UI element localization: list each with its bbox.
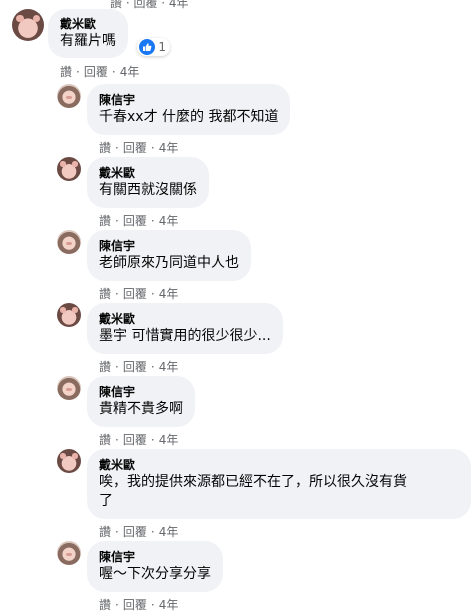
avatar[interactable] — [57, 230, 81, 254]
reply-comment: 陳信宇 千春xx才 什麼的 我都不知道 讚 · 回覆 · 4年 — [57, 84, 291, 156]
comment-text: 唉，我的提供來源都已經不在了，所以很久沒有貨 了 — [99, 474, 407, 509]
comment-bubble: 陳信宇 喔～下次分享分享 — [87, 541, 223, 592]
reply-comment: 陳信宇 貴精不貴多啊 讚 · 回覆 · 4年 — [57, 376, 195, 448]
comment-text: 有羅片嗎 — [60, 33, 116, 49]
comment-text: 有關西就沒關係 — [99, 182, 197, 198]
avatar[interactable] — [57, 84, 81, 108]
reply-comment: 戴米歐 唉，我的提供來源都已經不在了，所以很久沒有貨 了 讚 · 回覆 · 4年 — [57, 449, 471, 540]
comment: 戴米歐 有羅片嗎 1 讚 · 回覆 · 4年 — [12, 9, 170, 80]
timestamp-link[interactable]: 4年 — [159, 358, 179, 375]
timestamp-link[interactable]: 4年 — [159, 596, 179, 613]
comment-bubble: 戴米歐 唉，我的提供來源都已經不在了，所以很久沒有貨 了 — [87, 449, 471, 519]
reply-link[interactable]: 回覆 — [123, 139, 147, 156]
comment-text: 貴精不貴多啊 — [99, 401, 183, 417]
avatar[interactable] — [12, 9, 44, 41]
comment-actions: 讚 · 回覆 · 4年 — [99, 139, 179, 156]
comment-text: 老師原來乃同道中人也 — [99, 255, 239, 271]
reply-link[interactable]: 回覆 — [84, 63, 108, 80]
reply-link[interactable]: 回覆 — [123, 285, 147, 302]
like-link[interactable]: 讚 — [60, 63, 72, 80]
reply-link[interactable]: 回覆 — [123, 431, 147, 448]
comment-author[interactable]: 戴米歐 — [99, 311, 271, 327]
like-link[interactable]: 讚 — [99, 139, 111, 156]
comment-author[interactable]: 戴米歐 — [99, 457, 459, 473]
comment-bubble: 戴米歐 墨宇 可惜實用的很少很少... — [87, 303, 283, 354]
comment-actions: 讚 · 回覆 · 4年 — [99, 523, 179, 540]
reply-comment: 陳信宇 喔～下次分享分享 讚 · 回覆 · 4年 — [57, 541, 223, 613]
comment-bubble: 戴米歐 有羅片嗎 1 — [48, 9, 170, 58]
comment-author[interactable]: 戴米歐 — [99, 165, 197, 181]
comment-author[interactable]: 陳信宇 — [99, 238, 239, 254]
reaction-count[interactable]: 1 — [137, 38, 170, 56]
comment-bubble: 陳信宇 老師原來乃同道中人也 — [87, 230, 251, 281]
like-link[interactable]: 讚 — [99, 285, 111, 302]
comment-text: 墨宇 可惜實用的很少很少... — [99, 328, 271, 344]
reply-link[interactable]: 回覆 — [123, 212, 147, 229]
avatar[interactable] — [57, 449, 81, 473]
timestamp-link[interactable]: 4年 — [159, 139, 179, 156]
avatar[interactable] — [57, 376, 81, 400]
timestamp-link[interactable]: 4年 — [159, 431, 179, 448]
avatar[interactable] — [57, 541, 81, 565]
timestamp-link[interactable]: 4年 — [120, 63, 140, 80]
reply-link[interactable]: 回覆 — [123, 596, 147, 613]
like-icon — [139, 39, 156, 55]
comment-actions: 讚 · 回覆 · 4年 — [99, 212, 179, 229]
comment-actions: 讚 · 回覆 · 4年 — [99, 358, 179, 375]
reply-link[interactable]: 回覆 — [123, 523, 147, 540]
comment-actions: 讚 · 回覆 · 4年 — [99, 596, 179, 613]
reaction-count-label: 1 — [158, 40, 166, 54]
reply-comment: 戴米歐 有關西就沒關係 讚 · 回覆 · 4年 — [57, 157, 209, 229]
comment-bubble: 陳信宇 貴精不貴多啊 — [87, 376, 195, 427]
reply-comment: 陳信宇 老師原來乃同道中人也 讚 · 回覆 · 4年 — [57, 230, 251, 302]
comment-author[interactable]: 陳信宇 — [99, 549, 211, 565]
comment-text: 喔～下次分享分享 — [99, 566, 211, 582]
like-link[interactable]: 讚 — [99, 596, 111, 613]
like-link[interactable]: 讚 — [99, 523, 111, 540]
comment-actions: 讚 · 回覆 · 4年 — [99, 431, 179, 448]
avatar[interactable] — [57, 303, 81, 327]
reply-link[interactable]: 回覆 — [123, 358, 147, 375]
like-link[interactable]: 讚 — [99, 431, 111, 448]
comment-author[interactable]: 戴米歐 — [60, 16, 116, 32]
like-link[interactable]: 讚 — [99, 358, 111, 375]
comment-actions: 讚 · 回覆 · 4年 — [99, 285, 179, 302]
timestamp-link[interactable]: 4年 — [159, 212, 179, 229]
comment-author[interactable]: 陳信宇 — [99, 384, 183, 400]
reply-comment: 戴米歐 墨宇 可惜實用的很少很少... 讚 · 回覆 · 4年 — [57, 303, 283, 375]
timestamp-link[interactable]: 4年 — [159, 523, 179, 540]
comment-actions: 讚 · 回覆 · 4年 — [60, 63, 140, 80]
timestamp-link[interactable]: 4年 — [159, 285, 179, 302]
comment-bubble: 戴米歐 有關西就沒關係 — [87, 157, 209, 208]
like-link[interactable]: 讚 — [99, 212, 111, 229]
avatar[interactable] — [57, 157, 81, 181]
comment-text: 千春xx才 什麼的 我都不知道 — [99, 109, 279, 125]
comment-bubble: 陳信宇 千春xx才 什麼的 我都不知道 — [87, 84, 291, 135]
comment-author[interactable]: 陳信宇 — [99, 92, 278, 108]
